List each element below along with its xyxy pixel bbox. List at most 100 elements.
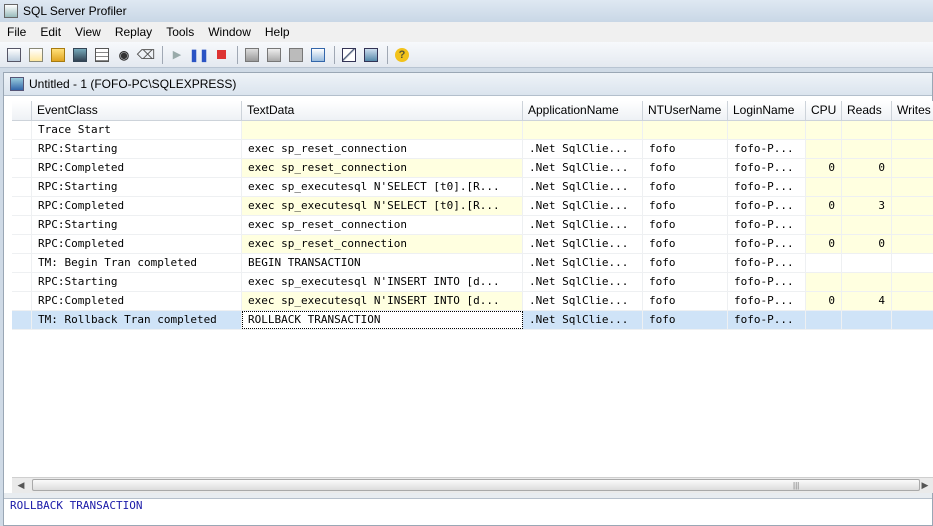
performance-button[interactable] — [339, 45, 359, 65]
menu-window[interactable]: Window — [201, 22, 258, 42]
stop-button[interactable] — [211, 45, 231, 65]
pause-icon: ❚❚ — [188, 47, 210, 62]
trace-properties-button[interactable] — [242, 45, 262, 65]
textdata-cell — [242, 121, 523, 139]
ntusername-cell: fofo — [643, 216, 728, 234]
applicationname-cell: .Net SqlClie... — [523, 159, 643, 177]
table-row[interactable]: RPC:Starting exec sp_reset_connection .Net… — [12, 140, 933, 159]
cpu-cell — [806, 273, 842, 291]
reads-cell — [842, 178, 892, 196]
help-button[interactable]: ? — [392, 45, 412, 65]
monitor-button[interactable] — [361, 45, 381, 65]
column-header-eventclass[interactable]: EventClass — [32, 101, 242, 120]
run-button[interactable]: ▶ — [167, 45, 187, 65]
applicationname-cell: .Net SqlClie... — [523, 178, 643, 196]
column-header-reads[interactable]: Reads — [842, 101, 892, 120]
menu-replay[interactable]: Replay — [108, 22, 159, 42]
open-button[interactable] — [48, 45, 68, 65]
properties-button[interactable] — [92, 45, 112, 65]
writes-cell — [892, 216, 933, 234]
menu-help[interactable]: Help — [258, 22, 297, 42]
run-icon: ▶ — [172, 49, 182, 61]
horizontal-scrollbar[interactable]: ◀ ||| ▶ — [12, 477, 933, 493]
textdata-cell: exec sp_reset_connection — [242, 159, 523, 177]
ntusername-cell: fofo — [643, 159, 728, 177]
table-row[interactable]: TM: Begin Tran completed BEGIN TRANSACTIO… — [12, 254, 933, 273]
reads-cell — [842, 121, 892, 139]
column-header-writes[interactable]: Writes — [892, 101, 933, 120]
new-trace-icon — [7, 47, 21, 62]
applicationname-cell: .Net SqlClie... — [523, 292, 643, 310]
cpu-cell: 0 — [806, 197, 842, 215]
new-trace-button[interactable] — [4, 45, 24, 65]
save-button[interactable] — [70, 45, 90, 65]
cpu-cell — [806, 121, 842, 139]
event-details-pane[interactable]: ROLLBACK TRANSACTION — [7, 499, 931, 525]
table-row[interactable]: TM: Rollback Tran completed ROLLBACK TRAN… — [12, 311, 933, 330]
open-icon — [51, 47, 65, 62]
writes-cell — [892, 292, 933, 310]
scrollbar-thumb[interactable]: ||| — [32, 479, 920, 491]
toolbar-separator — [334, 45, 335, 64]
cpu-cell — [806, 178, 842, 196]
grid-header: EventClass TextData ApplicationName NTUs… — [12, 101, 933, 121]
row-selector — [12, 216, 32, 234]
ntusername-cell: fofo — [643, 254, 728, 272]
table-row[interactable]: RPC:Completed exec sp_reset_connection .Ne… — [12, 235, 933, 254]
text-button[interactable] — [286, 45, 306, 65]
row-selector — [12, 254, 32, 272]
row-selector — [12, 311, 32, 329]
table-row[interactable]: RPC:Starting exec sp_executesql N'INSERT … — [12, 273, 933, 292]
window-title: SQL Server Profiler — [23, 4, 127, 18]
cpu-cell — [806, 216, 842, 234]
table-row[interactable]: RPC:Completed exec sp_executesql N'SELECT… — [12, 197, 933, 216]
row-selector — [12, 273, 32, 291]
new-template-button[interactable] — [26, 45, 46, 65]
menu-view[interactable]: View — [68, 22, 108, 42]
scroll-left-icon[interactable]: ◀ — [13, 478, 29, 493]
toolbar-separator — [387, 45, 388, 64]
menu-edit[interactable]: Edit — [33, 22, 68, 42]
table-row[interactable]: RPC:Completed exec sp_reset_connection .Ne… — [12, 159, 933, 178]
scroll-right-icon[interactable]: ▶ — [917, 478, 933, 493]
performance-icon — [342, 47, 356, 62]
trace-window-title-bar: Untitled - 1 (FOFO-PC\SQLEXPRESS) — [4, 73, 932, 96]
column-header-textdata[interactable]: TextData — [242, 101, 523, 120]
menu-file[interactable]: File — [0, 22, 33, 42]
menu-tools[interactable]: Tools — [159, 22, 201, 42]
column-header-applicationname[interactable]: ApplicationName — [523, 101, 643, 120]
trace-grid[interactable]: EventClass TextData ApplicationName NTUs… — [12, 101, 933, 477]
autoscroll-button[interactable] — [308, 45, 328, 65]
applicationname-cell: .Net SqlClie... — [523, 235, 643, 253]
applicationname-cell: .Net SqlClie... — [523, 311, 643, 329]
table-row[interactable]: RPC:Starting exec sp_reset_connection .Net… — [12, 216, 933, 235]
eventclass-cell: Trace Start — [32, 121, 242, 139]
column-header-loginname[interactable]: LoginName — [728, 101, 806, 120]
writes-cell — [892, 254, 933, 272]
reads-cell — [842, 140, 892, 158]
writes-cell — [892, 273, 933, 291]
loginname-cell: fofo-P... — [728, 254, 806, 272]
column-header-cpu[interactable]: CPU — [806, 101, 842, 120]
applicationname-cell: .Net SqlClie... — [523, 140, 643, 158]
find-button[interactable]: ◉ — [114, 45, 134, 65]
column-header-ntusername[interactable]: NTUserName — [643, 101, 728, 120]
eventclass-cell: RPC:Starting — [32, 178, 242, 196]
table-row[interactable]: RPC:Starting exec sp_executesql N'SELECT … — [12, 178, 933, 197]
help-icon: ? — [395, 47, 409, 62]
reads-cell: 3 — [842, 197, 892, 215]
table-row[interactable]: RPC:Completed exec sp_executesql N'INSERT… — [12, 292, 933, 311]
pause-button[interactable]: ❚❚ — [189, 45, 209, 65]
eventclass-cell: RPC:Starting — [32, 140, 242, 158]
template-button[interactable] — [264, 45, 284, 65]
table-row[interactable]: Trace Start — [12, 121, 933, 140]
clear-button[interactable]: ⌫ — [136, 45, 156, 65]
column-header-row-selector — [12, 101, 32, 120]
loginname-cell: fofo-P... — [728, 140, 806, 158]
row-selector — [12, 178, 32, 196]
new-template-icon — [29, 47, 43, 62]
loginname-cell: fofo-P... — [728, 159, 806, 177]
eventclass-cell: RPC:Completed — [32, 159, 242, 177]
reads-cell: 0 — [842, 159, 892, 177]
cpu-cell — [806, 140, 842, 158]
